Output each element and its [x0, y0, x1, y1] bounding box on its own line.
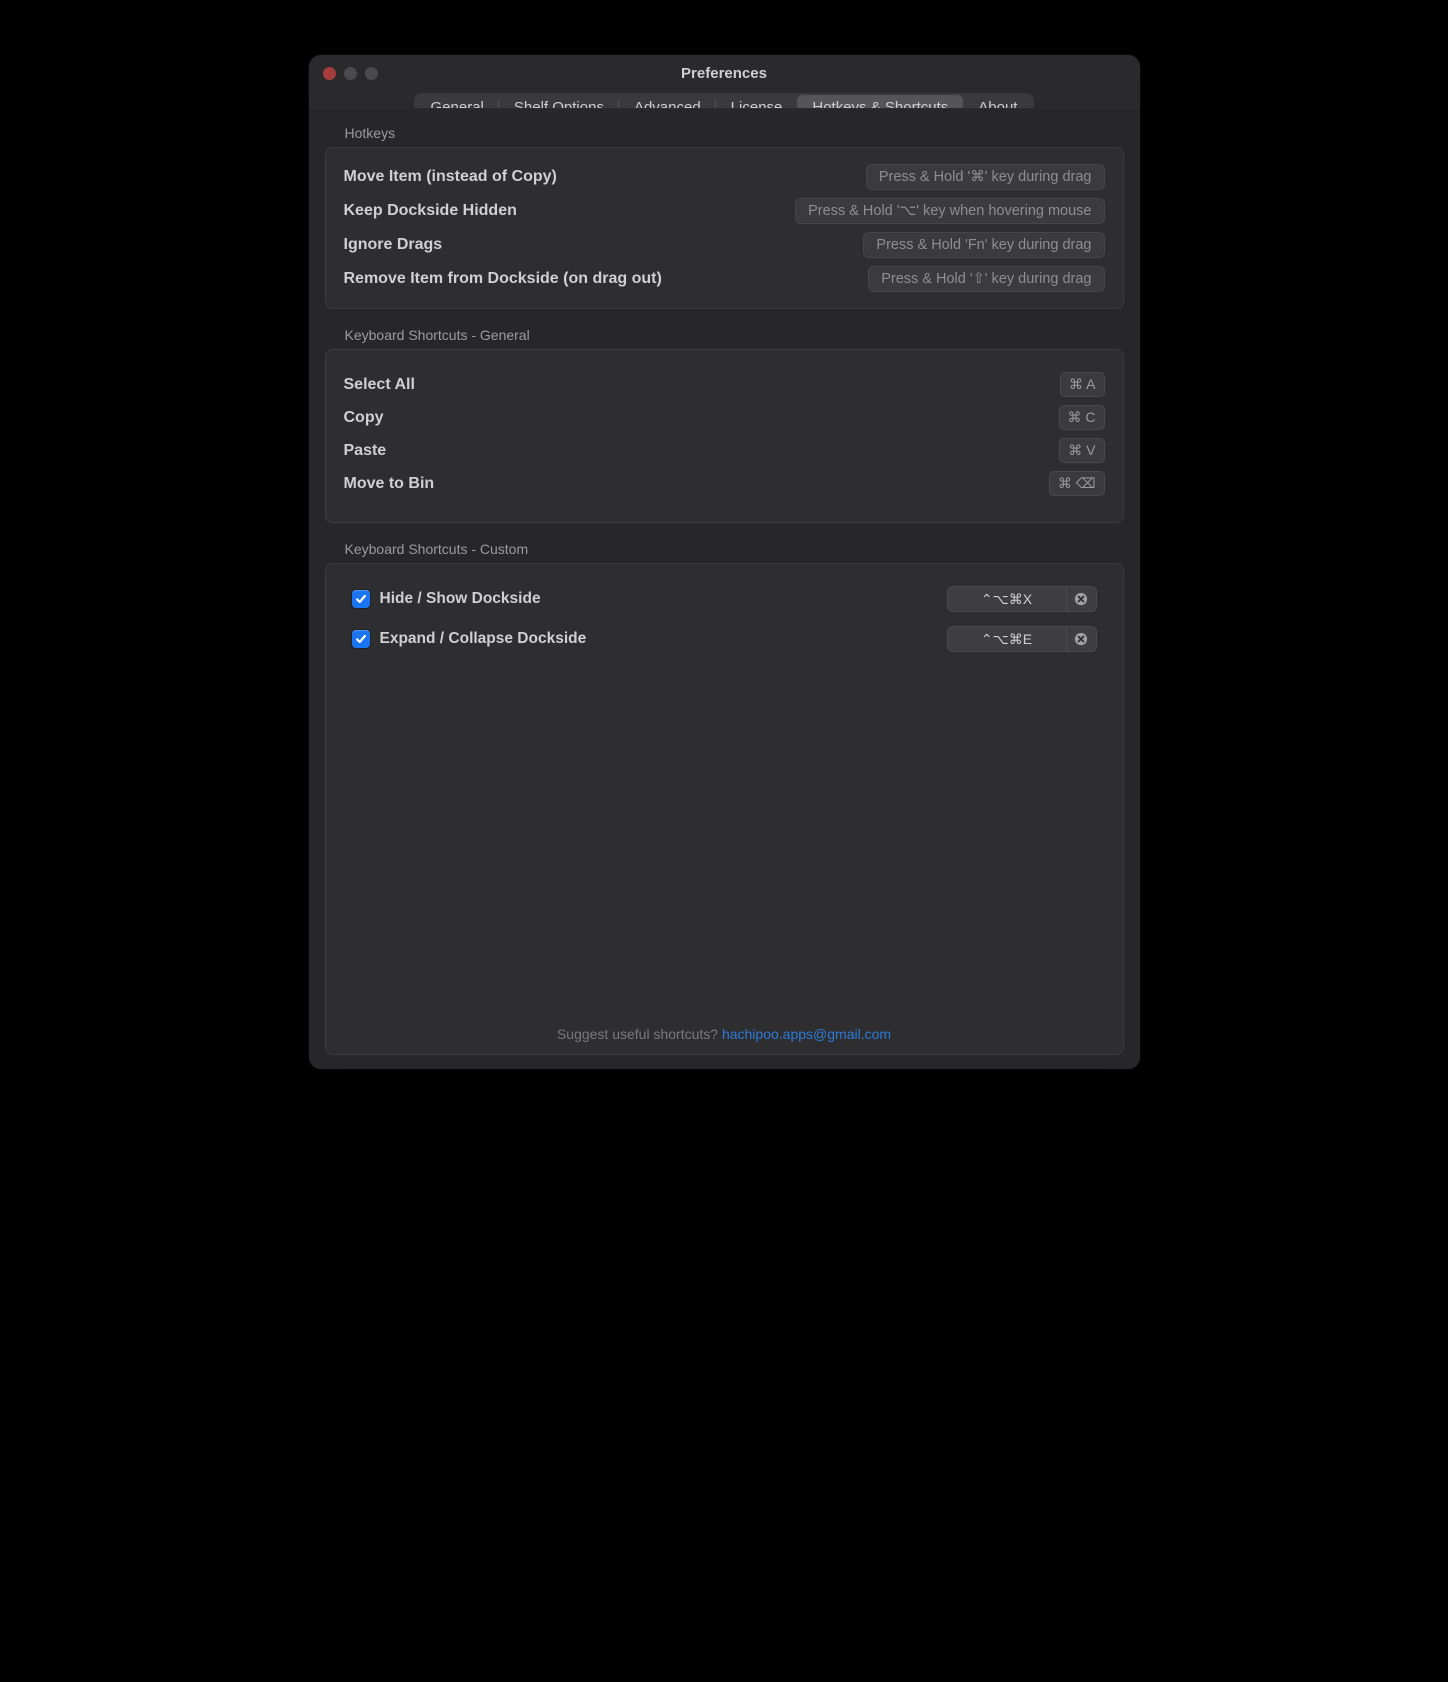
custom-shortcut-label: Hide / Show Dockside — [380, 590, 937, 608]
custom-shortcut-row: Hide / Show Dockside ⌃⌥⌘X — [352, 586, 1097, 612]
shortcuts-custom-panel: Hide / Show Dockside ⌃⌥⌘X Expand / Colla… — [325, 563, 1124, 1055]
hotkey-hint: Press & Hold 'Fn' key during drag — [863, 232, 1104, 258]
hotkey-row: Ignore Drags Press & Hold 'Fn' key durin… — [344, 228, 1105, 262]
shortcuts-custom-section: Keyboard Shortcuts - Custom Hide / Show … — [325, 541, 1124, 1055]
shortcut-badge: ⌘ ⌫ — [1049, 471, 1105, 496]
shortcut-badge: ⌘ V — [1059, 438, 1104, 463]
suggest-email-link[interactable]: hachipoo.apps@gmail.com — [722, 1026, 891, 1042]
check-icon — [355, 633, 367, 645]
traffic-lights — [323, 67, 378, 80]
custom-shortcut-label: Expand / Collapse Dockside — [380, 630, 937, 648]
shortcuts-general-panel: Select All ⌘ A Copy ⌘ C Paste ⌘ V Move t… — [325, 349, 1124, 523]
shortcut-row: Move to Bin ⌘ ⌫ — [344, 467, 1105, 500]
shortcut-label: Copy — [344, 409, 384, 427]
zoom-button[interactable] — [365, 67, 378, 80]
shortcut-row: Copy ⌘ C — [344, 401, 1105, 434]
shortcut-recorder[interactable]: ⌃⌥⌘E — [947, 626, 1097, 652]
preferences-window: Preferences General Shelf Options Advanc… — [309, 55, 1140, 1069]
x-circle-icon — [1074, 592, 1088, 606]
shortcuts-general-title: Keyboard Shortcuts - General — [345, 327, 1124, 343]
hotkey-row: Move Item (instead of Copy) Press & Hold… — [344, 160, 1105, 194]
shortcut-badge: ⌘ A — [1060, 372, 1104, 397]
window-title: Preferences — [681, 65, 767, 82]
shortcut-label: Move to Bin — [344, 475, 435, 493]
clear-shortcut-button[interactable] — [1066, 586, 1096, 612]
shortcuts-custom-title: Keyboard Shortcuts - Custom — [345, 541, 1124, 557]
shortcut-row: Paste ⌘ V — [344, 434, 1105, 467]
hotkeys-panel: Move Item (instead of Copy) Press & Hold… — [325, 147, 1124, 309]
suggest-footer: Suggest useful shortcuts? hachipoo.apps@… — [352, 1018, 1097, 1042]
shortcut-row: Select All ⌘ A — [344, 368, 1105, 401]
hotkey-row: Keep Dockside Hidden Press & Hold '⌥' ke… — [344, 194, 1105, 228]
enable-shortcut-checkbox[interactable] — [352, 590, 370, 608]
hotkey-label: Keep Dockside Hidden — [344, 202, 517, 220]
shortcut-label: Paste — [344, 442, 387, 460]
x-circle-icon — [1074, 632, 1088, 646]
clear-shortcut-button[interactable] — [1066, 626, 1096, 652]
minimize-button[interactable] — [344, 67, 357, 80]
check-icon — [355, 593, 367, 605]
hotkey-row: Remove Item from Dockside (on drag out) … — [344, 262, 1105, 296]
hotkey-label: Remove Item from Dockside (on drag out) — [344, 270, 662, 288]
hotkey-hint: Press & Hold '⇧' key during drag — [868, 266, 1104, 292]
enable-shortcut-checkbox[interactable] — [352, 630, 370, 648]
custom-shortcut-row: Expand / Collapse Dockside ⌃⌥⌘E — [352, 626, 1097, 652]
shortcut-badge: ⌘ C — [1059, 405, 1105, 430]
shortcut-recorder[interactable]: ⌃⌥⌘X — [947, 586, 1097, 612]
content: Hotkeys Move Item (instead of Copy) Pres… — [309, 108, 1140, 1069]
close-button[interactable] — [323, 67, 336, 80]
hotkey-label: Move Item (instead of Copy) — [344, 168, 557, 186]
titlebar: Preferences — [309, 55, 1140, 91]
hotkeys-title: Hotkeys — [345, 125, 1124, 141]
shortcut-value: ⌃⌥⌘E — [948, 631, 1066, 648]
hotkey-hint: Press & Hold '⌥' key when hovering mouse — [795, 198, 1104, 224]
shortcut-value: ⌃⌥⌘X — [948, 591, 1066, 608]
hotkey-label: Ignore Drags — [344, 236, 443, 254]
suggest-prompt: Suggest useful shortcuts? — [557, 1026, 722, 1042]
hotkeys-section: Hotkeys Move Item (instead of Copy) Pres… — [325, 125, 1124, 309]
hotkey-hint: Press & Hold '⌘' key during drag — [866, 164, 1105, 190]
shortcuts-general-section: Keyboard Shortcuts - General Select All … — [325, 327, 1124, 523]
shortcut-label: Select All — [344, 376, 415, 394]
